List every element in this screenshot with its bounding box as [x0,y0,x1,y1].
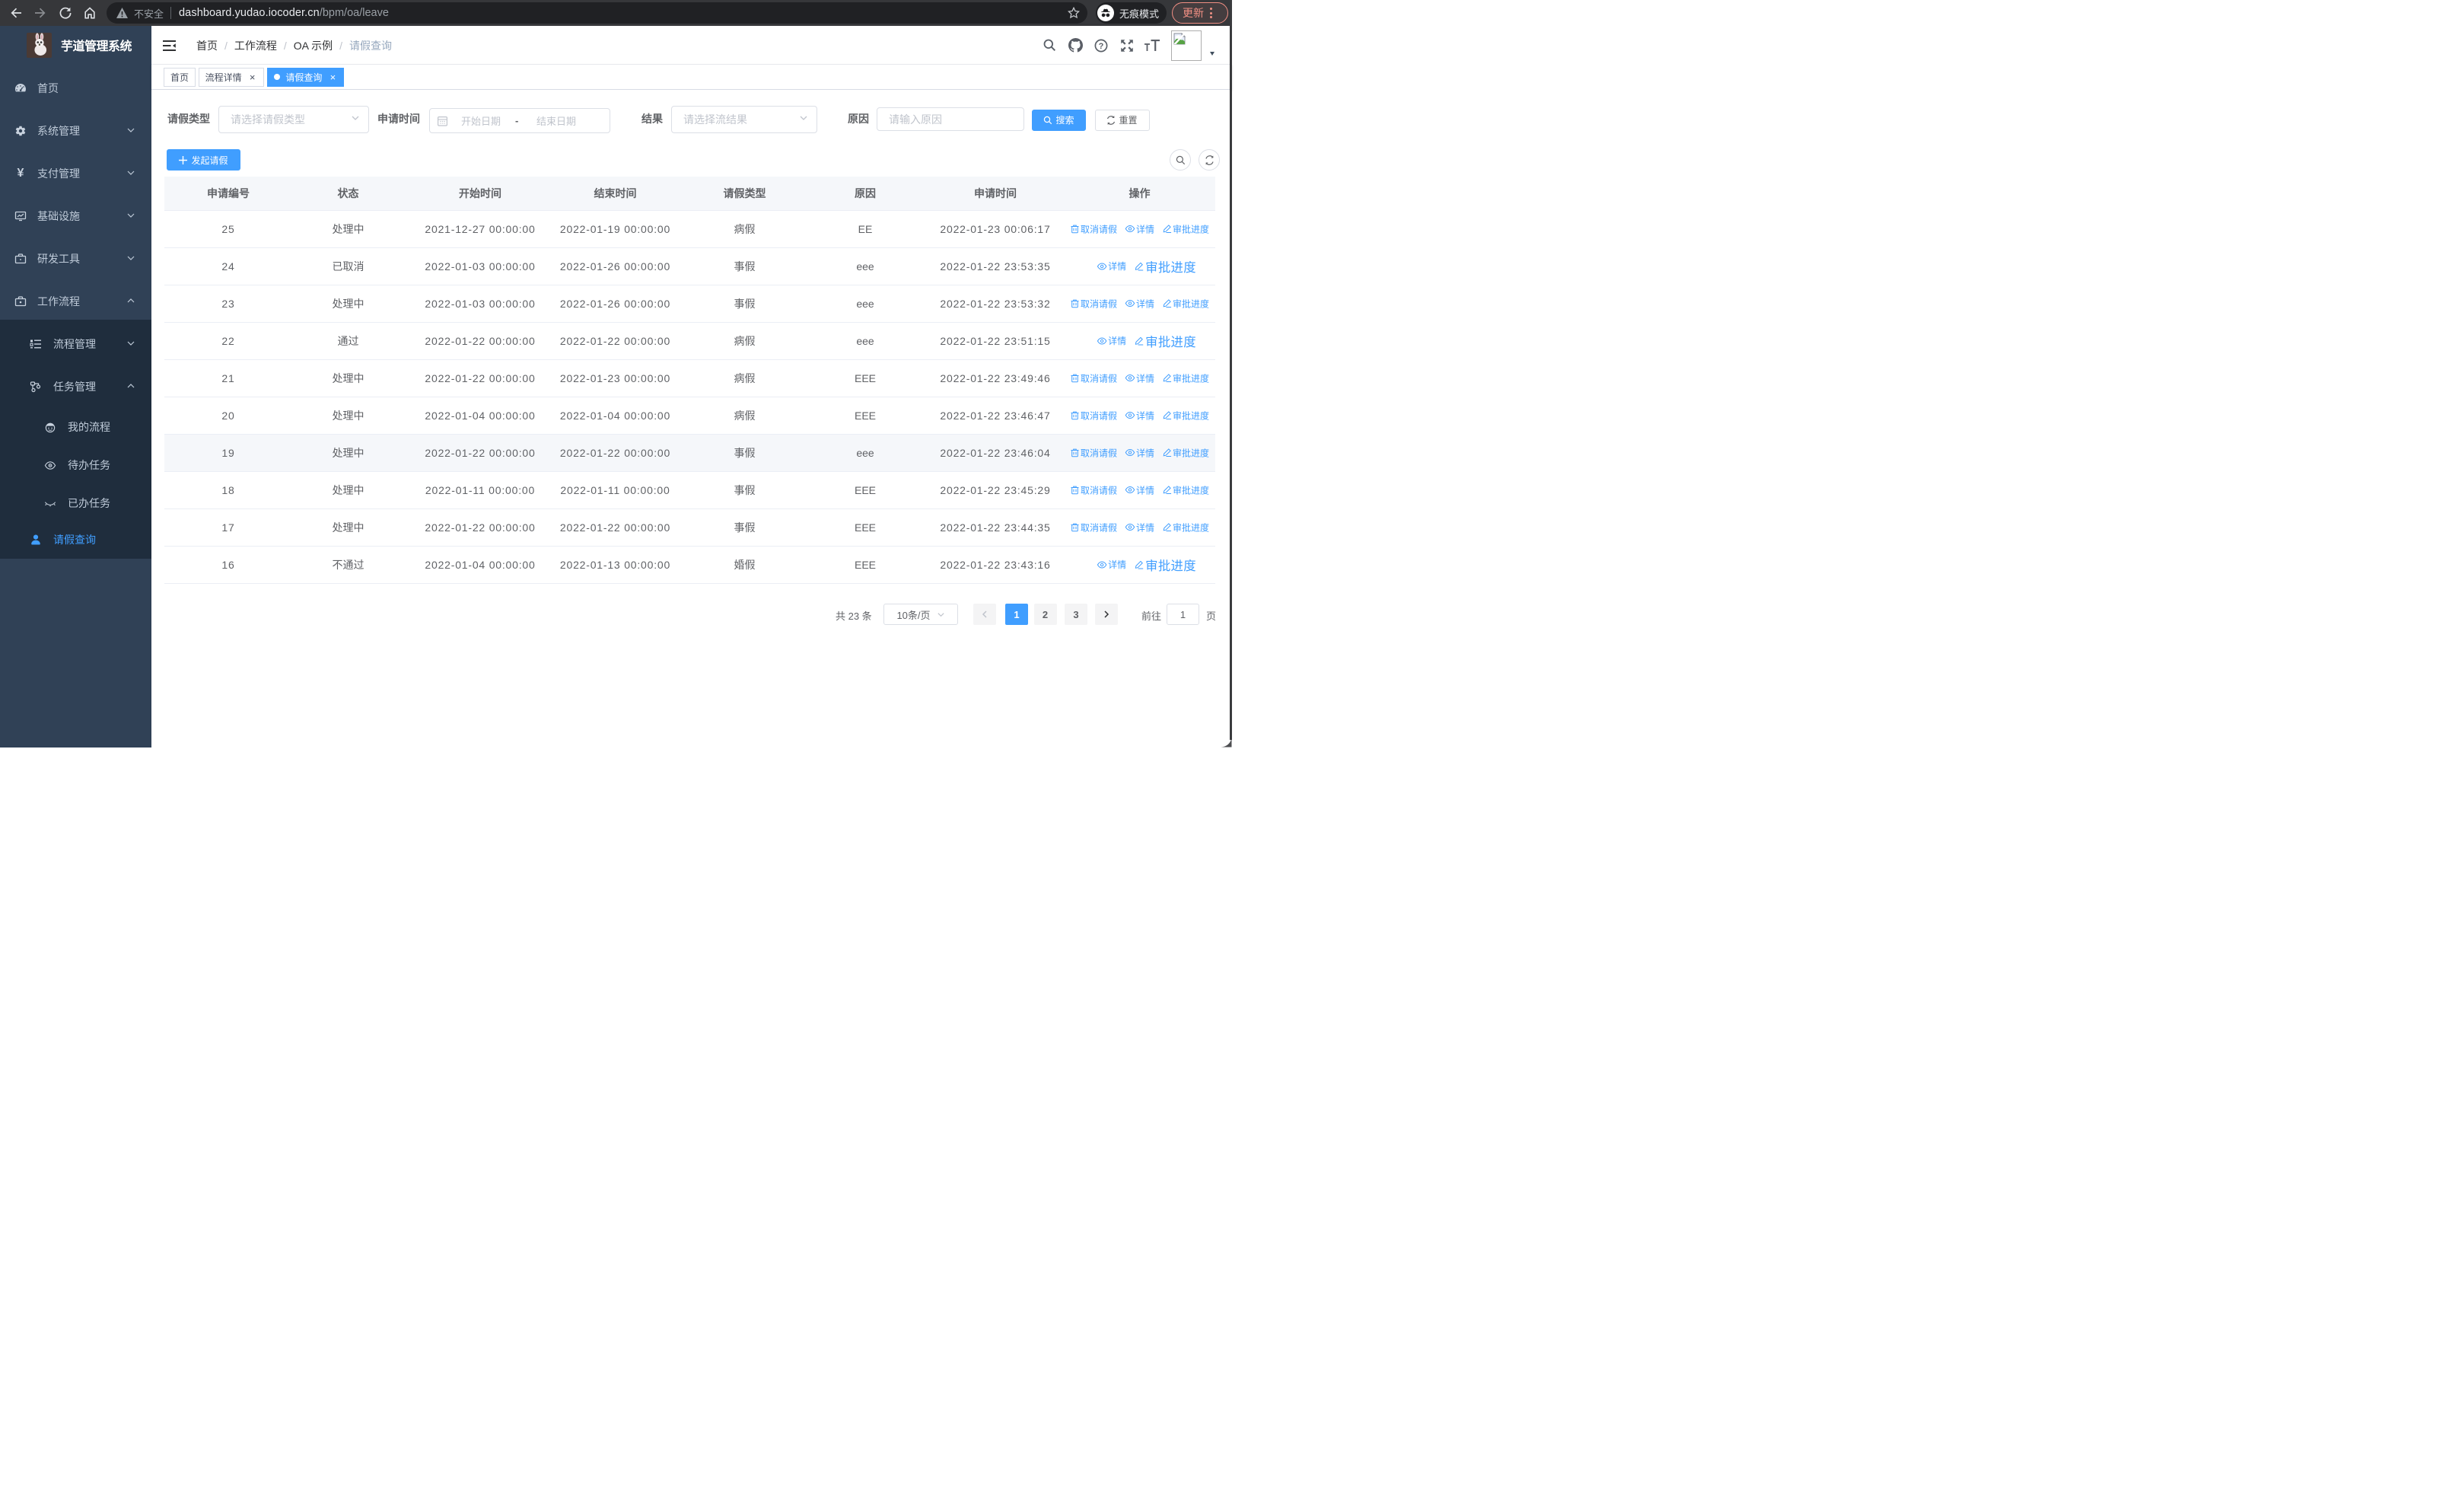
svg-text:?: ? [1099,42,1104,51]
